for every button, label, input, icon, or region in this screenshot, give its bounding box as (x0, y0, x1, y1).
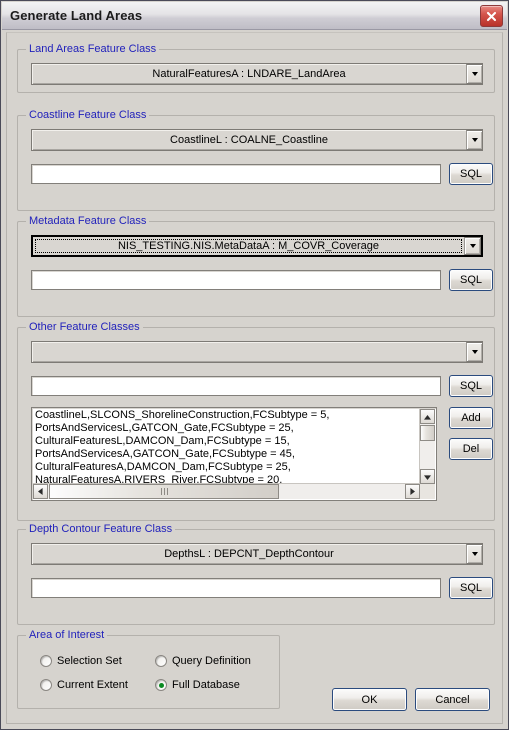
list-item[interactable]: CulturalFeaturesA,DAMCON_Dam,FCSubtype =… (33, 461, 420, 474)
metadata-query-input[interactable] (31, 270, 441, 290)
other-combo-value (32, 342, 466, 362)
chevron-right-icon (409, 483, 416, 501)
cancel-button[interactable]: Cancel (415, 688, 490, 711)
radio-selection-set[interactable]: Selection Set (40, 655, 122, 667)
depth-contour-combo-value: DepthsL : DEPCNT_DepthContour (164, 548, 334, 560)
chevron-left-icon (37, 483, 44, 501)
depth-contour-combo-arrow[interactable] (466, 544, 483, 564)
metadata-feature-class-combo[interactable]: NIS_TESTING.NIS.MetaDataA : M_COVR_Cover… (31, 235, 483, 257)
other-feature-class-combo[interactable] (31, 341, 483, 363)
ok-button[interactable]: OK (332, 688, 407, 711)
chevron-down-icon (471, 138, 478, 142)
metadata-sql-button[interactable]: SQL (449, 269, 493, 291)
scrollbar-corner (420, 484, 435, 499)
generate-land-areas-dialog: Generate Land Areas Land Areas Feature C… (0, 0, 509, 730)
grip-line (163, 488, 165, 495)
close-button[interactable] (480, 5, 503, 27)
depth-contour-query-input[interactable] (31, 578, 441, 598)
other-combo-arrow[interactable] (466, 342, 483, 362)
radio-indicator (40, 655, 52, 667)
radio-full-database[interactable]: Full Database (155, 679, 240, 691)
radio-indicator (155, 679, 167, 691)
land-areas-feature-class-combo[interactable]: NaturalFeaturesA : LNDARE_LandArea (31, 63, 483, 85)
coastline-query-input[interactable] (31, 164, 441, 184)
group-other-feature-classes: Other Feature Classes SQL CoastlineL,SLC… (17, 321, 495, 521)
title-bar: Generate Land Areas (2, 2, 507, 30)
land-areas-combo-value: NaturalFeaturesA : LNDARE_LandArea (152, 68, 346, 80)
radio-indicator (40, 679, 52, 691)
radio-label-full-database: Full Database (172, 679, 240, 691)
dialog-client-area: Land Areas Feature Class NaturalFeatures… (6, 32, 503, 724)
chevron-down-icon (469, 244, 476, 248)
grip-line (160, 488, 162, 495)
scroll-left-button[interactable] (33, 484, 48, 499)
close-icon (486, 11, 497, 22)
scroll-down-button[interactable] (420, 469, 435, 484)
vertical-scroll-thumb[interactable] (420, 425, 435, 441)
scroll-right-button[interactable] (405, 484, 420, 499)
radio-query-definition[interactable]: Query Definition (155, 655, 251, 667)
chevron-down-icon (423, 468, 432, 486)
coastline-combo-arrow[interactable] (466, 130, 483, 150)
list-item[interactable]: CoastlineL,SLCONS_ShorelineConstruction,… (33, 409, 420, 422)
coastline-sql-button[interactable]: SQL (449, 163, 493, 185)
chevron-down-icon (471, 350, 478, 354)
group-label-land-areas: Land Areas Feature Class (26, 43, 160, 55)
metadata-combo-value: NIS_TESTING.NIS.MetaDataA : M_COVR_Cover… (34, 238, 463, 254)
group-label-metadata: Metadata Feature Class (26, 215, 150, 227)
window-title: Generate Land Areas (10, 8, 143, 23)
radio-label-current-extent: Current Extent (57, 679, 128, 691)
listbox-horizontal-scrollbar[interactable] (33, 483, 420, 499)
radio-label-selection-set: Selection Set (57, 655, 122, 667)
list-item[interactable]: PortsAndServicesA,GATCON_Gate,FCSubtype … (33, 448, 420, 461)
chevron-down-icon (471, 552, 478, 556)
chevron-down-icon (471, 72, 478, 76)
scroll-up-button[interactable] (420, 409, 435, 424)
listbox-items: CoastlineL,SLCONS_ShorelineConstruction,… (33, 409, 420, 484)
other-sql-button[interactable]: SQL (449, 375, 493, 397)
group-label-area-of-interest: Area of Interest (26, 629, 108, 641)
group-label-coastline: Coastline Feature Class (26, 109, 150, 121)
list-item[interactable]: PortsAndServicesL,GATCON_Gate,FCSubtype … (33, 422, 420, 435)
group-label-other-feature-classes: Other Feature Classes (26, 321, 143, 333)
listbox-vertical-scrollbar[interactable] (419, 409, 435, 484)
land-areas-combo-arrow[interactable] (466, 64, 483, 84)
group-label-depth-contour: Depth Contour Feature Class (26, 523, 176, 535)
group-metadata: Metadata Feature Class NIS_TESTING.NIS.M… (17, 215, 495, 317)
other-feature-classes-listbox[interactable]: CoastlineL,SLCONS_ShorelineConstruction,… (31, 407, 437, 501)
metadata-combo-arrow[interactable] (464, 237, 481, 255)
delete-feature-class-button[interactable]: Del (449, 438, 493, 460)
add-feature-class-button[interactable]: Add (449, 407, 493, 429)
coastline-combo-value: CoastlineL : COALNE_Coastline (170, 134, 328, 146)
group-coastline: Coastline Feature Class CoastlineL : COA… (17, 109, 495, 211)
depth-contour-sql-button[interactable]: SQL (449, 577, 493, 599)
group-land-areas: Land Areas Feature Class NaturalFeatures… (17, 43, 495, 93)
radio-current-extent[interactable]: Current Extent (40, 679, 128, 691)
coastline-feature-class-combo[interactable]: CoastlineL : COALNE_Coastline (31, 129, 483, 151)
radio-indicator (155, 655, 167, 667)
group-depth-contour: Depth Contour Feature Class DepthsL : DE… (17, 523, 495, 625)
group-area-of-interest: Area of Interest Selection Set Query Def… (17, 629, 280, 709)
other-query-input[interactable] (31, 376, 441, 396)
depth-contour-feature-class-combo[interactable]: DepthsL : DEPCNT_DepthContour (31, 543, 483, 565)
chevron-up-icon (423, 408, 432, 426)
horizontal-scroll-thumb[interactable] (49, 484, 279, 499)
grip-line (166, 488, 168, 495)
list-item[interactable]: CulturalFeaturesL,DAMCON_Dam,FCSubtype =… (33, 435, 420, 448)
radio-label-query-definition: Query Definition (172, 655, 251, 667)
